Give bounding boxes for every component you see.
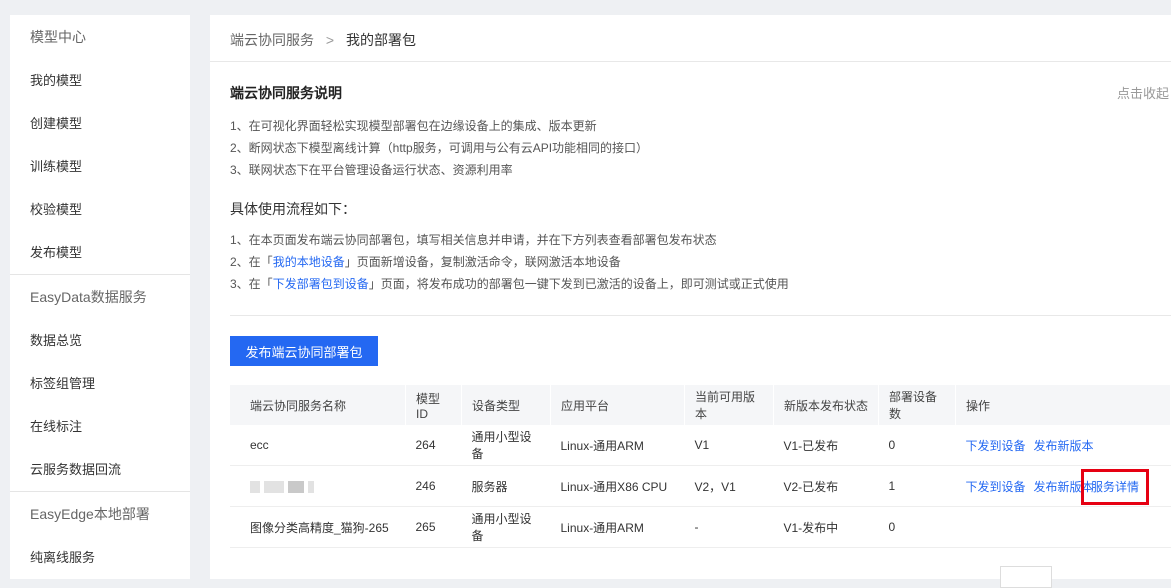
sidebar-item-publish-model[interactable]: 发布模型: [10, 231, 190, 274]
flow-text: 」页面新增设备，复制激活命令，联网激活本地设备: [344, 255, 621, 269]
intro-line: 3、联网状态下在平台管理设备运行状态、资源利用率: [230, 163, 513, 177]
sidebar-item-label-groups[interactable]: 标签组管理: [10, 362, 190, 405]
flow-title: 具体使用流程如下：: [230, 201, 356, 217]
cell-version: V1: [684, 425, 774, 466]
redacted-block: [250, 480, 260, 493]
column-header: 模型ID: [405, 385, 462, 425]
breadcrumb-current: 我的部署包: [345, 32, 416, 48]
cell-model-id: 246: [405, 465, 462, 507]
main-panel: 端云协同服务 > 我的部署包 端云协同服务说明 点击收起 1、在可视化界面轻松实…: [210, 15, 1171, 579]
sidebar-item-my-models[interactable]: 我的模型: [10, 59, 190, 102]
cell-platform: Linux-通用ARM: [550, 506, 685, 548]
sidebar-item-create-model[interactable]: 创建模型: [10, 102, 190, 145]
cell-operations: 下发到设备 发布新版本: [955, 425, 1171, 466]
sidebar-group-easydata: EasyData数据服务: [30, 289, 147, 305]
my-local-devices-link[interactable]: 我的本地设备: [273, 255, 345, 269]
redacted-block: [308, 480, 314, 493]
column-header: 部署设备数: [878, 385, 956, 425]
table-row: ecc 264 通用小型设备 Linux-通用ARM V1 V1-已发布 0 下…: [230, 425, 1171, 466]
sidebar-group-easyedge: EasyEdge本地部署: [30, 506, 150, 522]
cell-status: V2-已发布: [773, 465, 879, 507]
breadcrumb-separator: >: [325, 32, 335, 48]
page-size-select[interactable]: [1000, 566, 1052, 588]
cell-name: ecc: [230, 425, 406, 466]
flow-line: 1、在本页面发布端云协同部署包，填写相关信息并申请，并在下方列表查看部署包发布状…: [230, 233, 717, 247]
column-header: 设备类型: [461, 385, 551, 425]
deploy-to-device-action[interactable]: 下发到设备: [966, 439, 1026, 453]
redacted-block: [264, 480, 284, 493]
intro-line: 1、在可视化界面轻松实现模型部署包在边缘设备上的集成、版本更新: [230, 119, 597, 133]
packages-table: 端云协同服务名称 模型ID 设备类型 应用平台 当前可用版本 新版本发布状态 部…: [230, 385, 1171, 548]
column-header: 当前可用版本: [684, 385, 774, 425]
service-details-button[interactable]: 服务详情: [1081, 469, 1149, 505]
cell-platform: Linux-通用X86 CPU: [550, 465, 685, 507]
cell-device-count: 0: [878, 506, 956, 548]
cell-device-type: 通用小型设备: [461, 425, 551, 466]
cell-model-id: 265: [405, 506, 462, 548]
sidebar-item-offline-service[interactable]: 纯离线服务: [10, 536, 190, 579]
deploy-to-device-action[interactable]: 下发到设备: [966, 480, 1026, 494]
sidebar-item-data-overview[interactable]: 数据总览: [10, 319, 190, 362]
flow-text: 」页面，将发布成功的部署包一键下发到已激活的设备上，即可测试或正式使用: [368, 277, 789, 291]
intro-lines: 1、在可视化界面轻松实现模型部署包在边缘设备上的集成、版本更新 2、断网状态下模…: [230, 115, 648, 181]
sidebar-group-model-center: 模型中心: [30, 29, 86, 45]
flow-line: 3、在「下发部署包到设备」页面，将发布成功的部署包一键下发到已激活的设备上，即可…: [230, 273, 789, 295]
sidebar-item-cloud-data-reflow[interactable]: 云服务数据回流: [10, 448, 190, 491]
cell-version: -: [684, 506, 774, 548]
cell-device-type: 通用小型设备: [461, 506, 551, 548]
intro-title: 端云协同服务说明: [230, 85, 342, 101]
table-row: 246 服务器 Linux-通用X86 CPU V2，V1 V2-已发布 1 下…: [230, 465, 1171, 507]
deploy-to-device-link[interactable]: 下发部署包到设备: [273, 277, 369, 291]
cell-status: V1-发布中: [773, 506, 879, 548]
publish-package-button[interactable]: 发布端云协同部署包: [230, 336, 378, 366]
flow-lines: 1、在本页面发布端云协同部署包，填写相关信息并申请，并在下方列表查看部署包发布状…: [230, 229, 789, 295]
table-row: 图像分类高精度_猫狗-265 265 通用小型设备 Linux-通用ARM - …: [230, 506, 1171, 548]
cell-name-redacted: [230, 465, 406, 507]
cell-device-count: 1: [878, 465, 956, 507]
breadcrumb: 端云协同服务 > 我的部署包: [210, 15, 1171, 62]
cell-status: V1-已发布: [773, 425, 879, 466]
intro-line: 2、断网状态下模型离线计算（http服务，可调用与公有云API功能相同的接口）: [230, 141, 649, 155]
column-header: 应用平台: [550, 385, 685, 425]
breadcrumb-parent[interactable]: 端云协同服务: [230, 32, 314, 48]
divider: [230, 315, 1171, 316]
cell-version: V2，V1: [684, 465, 774, 507]
sidebar-item-validate-model[interactable]: 校验模型: [10, 188, 190, 231]
cell-operations: [955, 506, 1171, 548]
sidebar-item-train-model[interactable]: 训练模型: [10, 145, 190, 188]
cell-device-count: 0: [878, 425, 956, 466]
redacted-block: [288, 480, 304, 493]
cell-model-id: 264: [405, 425, 462, 466]
collapse-link[interactable]: 点击收起: [1117, 83, 1169, 102]
flow-text: 3、在「: [230, 277, 273, 291]
column-header: 操作: [955, 385, 1171, 425]
cell-platform: Linux-通用ARM: [550, 425, 685, 466]
cell-name: 图像分类高精度_猫狗-265: [230, 506, 406, 548]
cell-device-type: 服务器: [461, 465, 551, 507]
flow-line: 2、在「我的本地设备」页面新增设备，复制激活命令，联网激活本地设备: [230, 251, 789, 273]
flow-text: 2、在「: [230, 255, 273, 269]
publish-new-version-action[interactable]: 发布新版本: [1034, 439, 1094, 453]
table-header-row: 端云协同服务名称 模型ID 设备类型 应用平台 当前可用版本 新版本发布状态 部…: [230, 385, 1171, 425]
sidebar: 模型中心 我的模型 创建模型 训练模型 校验模型 发布模型 EasyData数据…: [10, 15, 190, 579]
sidebar-item-online-annotation[interactable]: 在线标注: [10, 405, 190, 448]
column-header: 新版本发布状态: [773, 385, 879, 425]
column-header: 端云协同服务名称: [230, 385, 406, 425]
